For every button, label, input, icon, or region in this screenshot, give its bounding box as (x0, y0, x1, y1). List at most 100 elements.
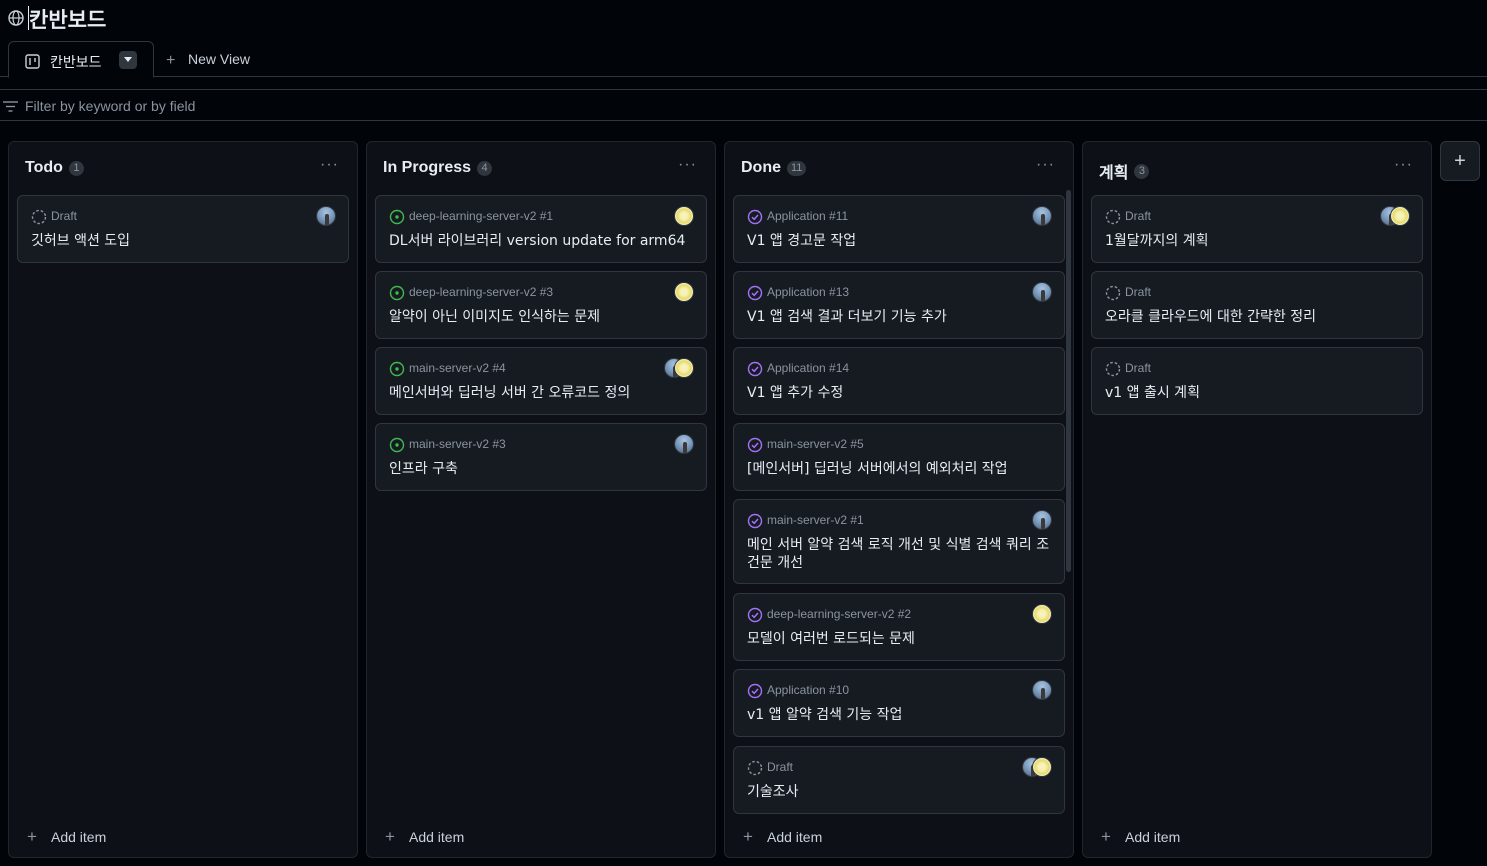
avatar[interactable] (1390, 206, 1410, 226)
filter-input[interactable]: Filter by keyword or by field (25, 98, 195, 114)
avatar[interactable] (1032, 282, 1052, 302)
globe-icon[interactable] (7, 9, 25, 27)
avatar[interactable] (316, 206, 336, 226)
card-repo-label[interactable]: Draft (1125, 285, 1151, 299)
new-view-button[interactable]: + New View (166, 51, 250, 69)
avatar[interactable] (1032, 680, 1052, 700)
page-title[interactable]: 칸반보드 (29, 4, 106, 34)
card-repo-label[interactable]: Application #10 (767, 683, 849, 697)
card-title[interactable]: v1 앱 알약 검색 기능 작업 (747, 706, 1054, 724)
card-title[interactable]: 알약이 아닌 이미지도 인식하는 문제 (389, 308, 696, 326)
tab-kanban[interactable]: 칸반보드 (8, 41, 154, 78)
plus-icon: + (1101, 827, 1111, 846)
column-menu-icon[interactable]: ··· (678, 156, 697, 174)
column-count-badge: 11 (787, 160, 807, 176)
card-repo-label[interactable]: Draft (767, 760, 793, 774)
column-title: 계획 (1099, 165, 1129, 182)
avatar[interactable] (674, 206, 694, 226)
avatar[interactable] (674, 434, 694, 454)
board-card[interactable]: Draft 깃허브 액션 도입 (17, 195, 349, 263)
card-title[interactable]: 기술조사 (747, 783, 1054, 801)
column-menu-icon[interactable]: ··· (1394, 156, 1413, 174)
card-title[interactable]: DL서버 라이브러리 version update for arm64 (389, 232, 696, 250)
column-scrollbar[interactable] (1066, 190, 1071, 572)
card-title[interactable]: V1 앱 추가 수정 (747, 384, 1054, 402)
add-item-button[interactable]: + Add item (27, 827, 106, 847)
card-repo-label[interactable]: Application #11 (767, 209, 848, 223)
board-card[interactable]: Draft 오라클 클라우드에 대한 간략한 정리 (1091, 271, 1423, 339)
issue-closed-icon (747, 285, 763, 301)
card-repo-label[interactable]: main-server-v2 #4 (409, 361, 506, 375)
assignee-avatars (674, 206, 694, 226)
card-title[interactable]: 메인서버와 딥러닝 서버 간 오류코드 정의 (389, 384, 696, 402)
issue-open-icon (389, 437, 405, 453)
board-column: Done 11 ··· Application #11 V1 앱 경고문 작업 Appli… (724, 141, 1074, 858)
board-card[interactable]: Draft 1월달까지의 계획 (1091, 195, 1423, 263)
board-card[interactable]: Draft v1 앱 출시 계획 (1091, 347, 1423, 415)
card-title[interactable]: 모델이 여러번 로드되는 문제 (747, 630, 1054, 648)
avatar[interactable] (674, 358, 694, 378)
card-repo-label[interactable]: Application #13 (767, 285, 849, 299)
column-header: Todo 1 (25, 159, 84, 179)
add-item-button[interactable]: + Add item (385, 827, 464, 847)
draft-circle-icon (31, 209, 47, 225)
board-card[interactable]: deep-learning-server-v2 #3 알약이 아닌 이미지도 인식… (375, 271, 707, 339)
assignee-avatars (1032, 604, 1052, 624)
add-item-button[interactable]: + Add item (1101, 827, 1180, 847)
board-card[interactable]: Application #14 V1 앱 추가 수정 (733, 347, 1065, 415)
avatar[interactable] (1032, 206, 1052, 226)
avatar[interactable] (1032, 757, 1052, 777)
assignee-avatars (1032, 282, 1052, 302)
board-card[interactable]: Application #10 v1 앱 알약 검색 기능 작업 (733, 669, 1065, 737)
board-card[interactable]: deep-learning-server-v2 #1 DL서버 라이브러리 ver… (375, 195, 707, 263)
card-repo-label[interactable]: deep-learning-server-v2 #1 (409, 209, 553, 223)
assignee-avatars (1032, 510, 1052, 530)
card-title[interactable]: 깃허브 액션 도입 (31, 232, 338, 250)
draft-circle-icon (1105, 361, 1121, 377)
card-repo-label[interactable]: main-server-v2 #5 (767, 437, 864, 451)
board-card[interactable]: main-server-v2 #3 인프라 구축 (375, 423, 707, 491)
card-title[interactable]: V1 앱 검색 결과 더보기 기능 추가 (747, 308, 1054, 326)
board-card[interactable]: main-server-v2 #5 [메인서버] 딥러닝 서버에서의 예외처리 작… (733, 423, 1065, 491)
card-title[interactable]: 인프라 구축 (389, 460, 696, 478)
add-item-button[interactable]: + Add item (743, 827, 822, 847)
card-repo-label[interactable]: deep-learning-server-v2 #3 (409, 285, 553, 299)
add-item-label: Add item (409, 829, 465, 845)
board-card[interactable]: Application #11 V1 앱 경고문 작업 (733, 195, 1065, 263)
card-title[interactable]: [메인서버] 딥러닝 서버에서의 예외처리 작업 (747, 460, 1054, 478)
view-options-button[interactable] (119, 51, 137, 69)
column-count-badge: 4 (477, 160, 493, 176)
card-repo-label[interactable]: Draft (1125, 209, 1151, 223)
board-card[interactable]: main-server-v2 #4 메인서버와 딥러닝 서버 간 오류코드 정의 (375, 347, 707, 415)
board-card[interactable]: Draft 기술조사 (733, 746, 1065, 814)
card-repo-label[interactable]: Application #14 (767, 361, 849, 375)
board-card[interactable]: deep-learning-server-v2 #2 모델이 여러번 로드되는 문… (733, 593, 1065, 661)
column-menu-icon[interactable]: ··· (320, 156, 339, 174)
card-repo-label[interactable]: Draft (51, 209, 77, 223)
board-card[interactable]: Application #13 V1 앱 검색 결과 더보기 기능 추가 (733, 271, 1065, 339)
column-menu-icon[interactable]: ··· (1036, 156, 1055, 174)
plus-icon: + (385, 827, 395, 846)
card-repo-label[interactable]: Draft (1125, 361, 1151, 375)
card-repo-label[interactable]: main-server-v2 #1 (767, 513, 864, 527)
card-title[interactable]: 오라클 클라우드에 대한 간략한 정리 (1105, 308, 1412, 326)
avatar[interactable] (1032, 604, 1052, 624)
card-title[interactable]: 메인 서버 알약 검색 로직 개선 및 식별 검색 쿼리 조건문 개선 (747, 536, 1054, 572)
issue-open-icon (389, 361, 405, 377)
card-title[interactable]: v1 앱 출시 계획 (1105, 384, 1412, 402)
add-column-button[interactable]: + (1440, 141, 1480, 181)
avatar[interactable] (1032, 510, 1052, 530)
assignee-avatars (674, 434, 694, 454)
column-title: Done (741, 159, 781, 176)
card-repo-label[interactable]: deep-learning-server-v2 #2 (767, 607, 911, 621)
board-column: In Progress 4 ··· deep-learning-server-v2 #… (366, 141, 716, 858)
board-card[interactable]: main-server-v2 #1 메인 서버 알약 검색 로직 개선 및 식별 … (733, 499, 1065, 584)
filter-icon (3, 101, 18, 112)
column-count-badge: 3 (1134, 163, 1150, 179)
card-title[interactable]: V1 앱 경고문 작업 (747, 232, 1054, 250)
avatar[interactable] (674, 282, 694, 302)
column-title: Todo (25, 159, 63, 176)
card-repo-label[interactable]: main-server-v2 #3 (409, 437, 506, 451)
card-title[interactable]: 1월달까지의 계획 (1105, 232, 1412, 250)
column-title: In Progress (383, 159, 472, 176)
